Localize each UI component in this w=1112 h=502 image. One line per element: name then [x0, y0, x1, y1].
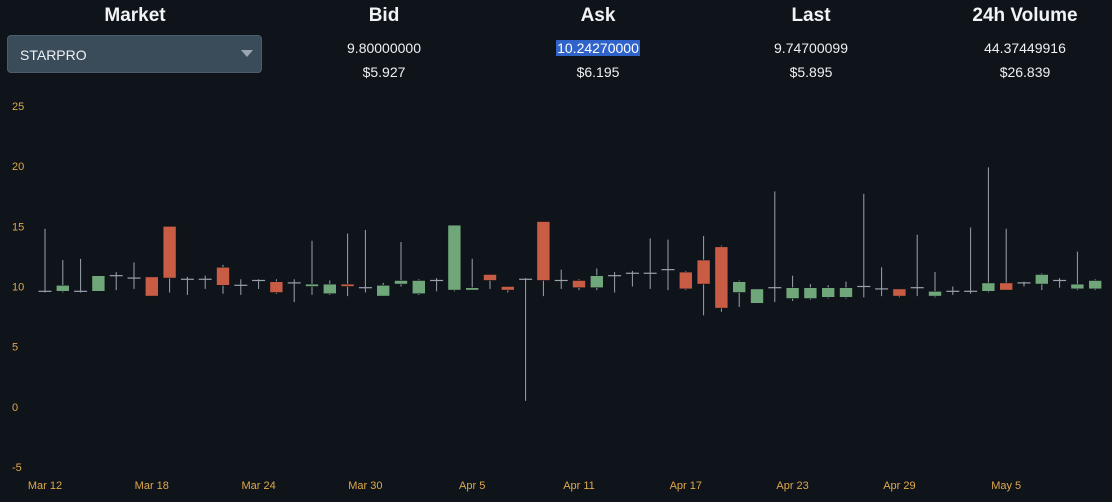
candle-body-down [340, 283, 355, 287]
x-tick-label: Mar 24 [241, 480, 275, 492]
candle-body-down [269, 281, 284, 293]
volume-value: 44.37449916 [984, 40, 1066, 56]
last-usd-value: $5.895 [789, 64, 833, 80]
y-tick-label: -5 [12, 462, 22, 474]
chevron-down-icon[interactable] [241, 50, 253, 57]
y-tick-label: 15 [12, 221, 24, 233]
candle-body-up [803, 287, 818, 299]
candle-body-down [696, 259, 711, 285]
x-tick-label: Apr 5 [459, 480, 485, 492]
x-axis: Mar 12 Mar 18 Mar 24 Mar 30 Apr 5 Apr 11 Apr 1… [28, 480, 1021, 492]
candle-body-down [145, 276, 159, 297]
volume-column-title: 24h Volume [972, 5, 1078, 26]
candle-body-down [483, 274, 497, 281]
x-tick-label: Mar 18 [135, 480, 169, 492]
candle-body-down [892, 288, 907, 297]
x-tick-label: May 5 [991, 480, 1021, 492]
market-page: Market Bid Ask Last 24h Volume STARPRO 9… [0, 0, 1112, 502]
bid-usd-value: $5.927 [362, 64, 406, 80]
candle-body-down [572, 280, 586, 289]
candle-body-up [91, 275, 106, 292]
x-tick-label: Apr 17 [670, 480, 702, 492]
ask-column-title: Ask [580, 5, 616, 26]
x-tick-label: Apr 11 [563, 480, 595, 492]
last-column-title: Last [791, 5, 831, 26]
market-select-value: STARPRO [20, 47, 87, 63]
candle-body-up [589, 275, 604, 289]
candle-body-up [750, 288, 764, 304]
y-tick-label: 0 [12, 402, 18, 414]
y-tick-label: 5 [12, 342, 18, 354]
candle-body-up [928, 291, 942, 297]
candle-body-down [536, 221, 551, 281]
ask-usd-value: $6.195 [576, 64, 620, 80]
y-tick-label: 10 [12, 282, 24, 294]
volume-usd-value: $26.839 [999, 64, 1051, 80]
candle-body-down [216, 266, 230, 286]
x-tick-label: Apr 29 [883, 480, 915, 492]
market-column-title: Market [104, 5, 166, 26]
candle-body-up [447, 224, 462, 291]
candle-body-up [821, 287, 836, 298]
market-header: Market Bid Ask Last 24h Volume STARPRO 9… [0, 0, 1112, 92]
candle-body-up [394, 280, 408, 285]
candle-body-down [500, 286, 515, 291]
candle-body-up [839, 287, 853, 298]
candle-body-up [411, 280, 426, 295]
candle-body-down [678, 271, 693, 290]
last-value: 9.74700099 [774, 40, 848, 56]
bid-value: 9.80000000 [347, 40, 421, 56]
x-tick-label: Mar 12 [28, 480, 62, 492]
candle-body-up [981, 282, 996, 292]
candle-body-up [305, 283, 319, 287]
candle-body-up [732, 281, 747, 293]
candle-body-up [1088, 280, 1102, 290]
candle-body-up [376, 284, 391, 297]
candle-body-up [785, 287, 800, 299]
candle-body-up [1070, 283, 1085, 290]
candle-wicks [44, 167, 1096, 401]
y-tick-label: 25 [12, 101, 24, 113]
ask-value-cell: 10.24270000 [518, 40, 678, 56]
x-tick-label: Apr 23 [776, 480, 808, 492]
y-axis: 25 20 15 10 5 0 -5 [12, 101, 24, 474]
candle-bodies [38, 221, 1102, 309]
market-select[interactable]: STARPRO [7, 35, 262, 73]
bid-column-title: Bid [368, 5, 400, 26]
candle-body-up [55, 284, 70, 292]
candle-body-up [1035, 274, 1049, 285]
ask-value[interactable]: 10.24270000 [556, 40, 640, 56]
candle-body-up [322, 283, 337, 295]
x-tick-label: Mar 30 [348, 480, 382, 492]
candle-body-down [714, 246, 729, 309]
candle-body-down [999, 282, 1014, 291]
y-tick-label: 20 [12, 161, 24, 173]
candle-body-down [162, 226, 177, 279]
price-candlestick-chart: 25 20 15 10 5 0 -5 Mar 12 Mar 18 Mar 24 Mar 30 Apr… [12, 101, 1102, 492]
candle-body-up [465, 287, 480, 291]
